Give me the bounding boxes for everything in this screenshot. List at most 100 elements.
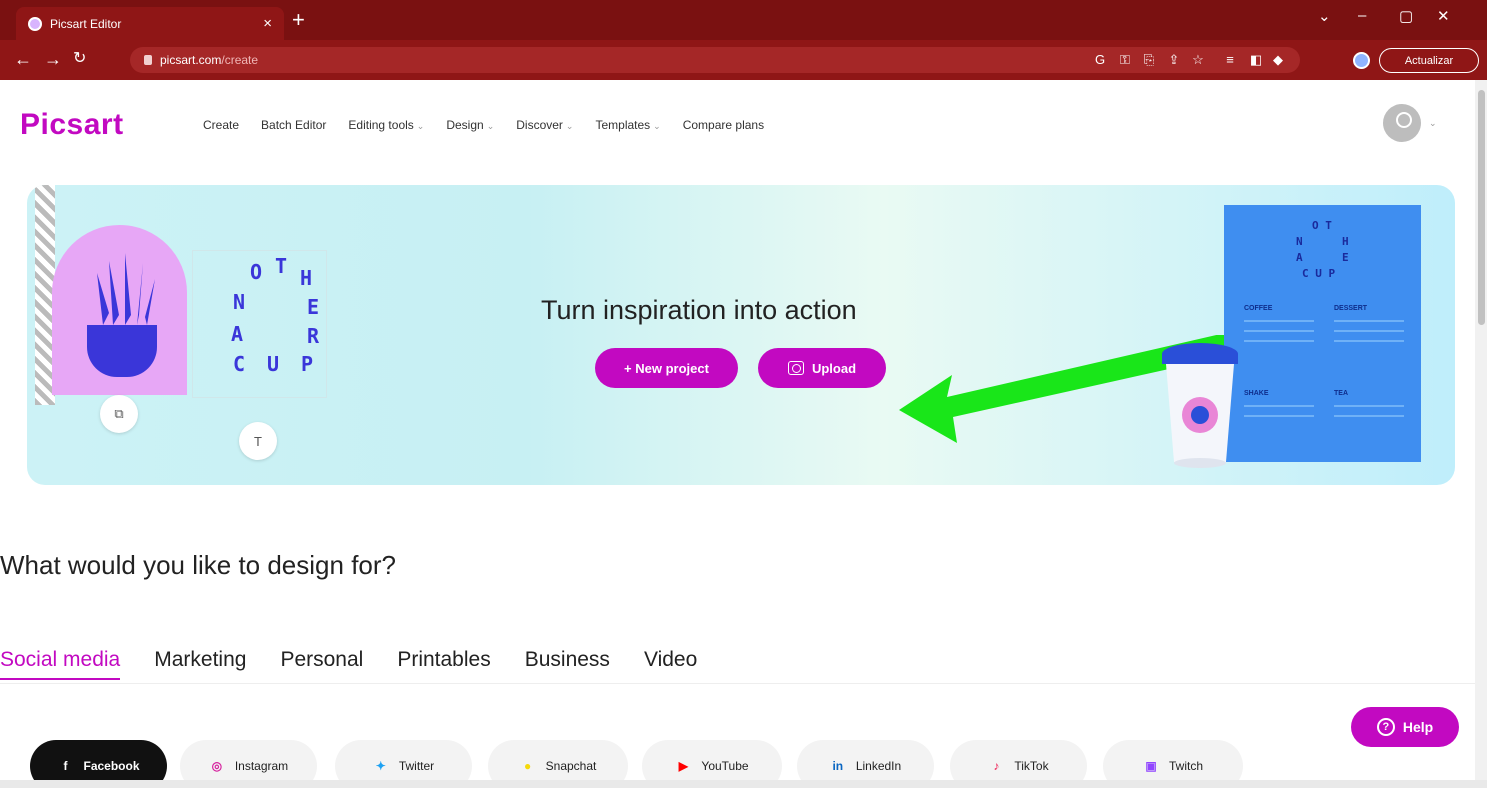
menu-section-shake: SHAKE <box>1244 390 1269 397</box>
tabs-divider <box>0 683 1475 684</box>
twitter-icon: ✦ <box>375 759 386 773</box>
horizontal-scrollbar[interactable] <box>0 780 1487 788</box>
chip-linkedin[interactable]: in LinkedIn <box>797 740 934 780</box>
menu-section-coffee: COFFEE <box>1244 305 1273 312</box>
menu-line <box>1244 330 1314 332</box>
hero-banner: O T H N E A R C U P ⧉ T Turn inspiration… <box>27 185 1455 485</box>
close-window-button[interactable]: ✕ <box>1437 7 1450 25</box>
linkedin-icon: in <box>832 759 844 773</box>
scrollbar-thumb[interactable] <box>1478 90 1485 325</box>
chevron-down-icon: ⌄ <box>565 121 574 131</box>
plant-leaves-icon <box>97 253 155 325</box>
upload-label: Upload <box>811 360 857 376</box>
user-avatar[interactable] <box>1383 104 1421 142</box>
browser-tab-bar: Picsart Editor × + ⌄ – ▢ ✕ <box>0 0 1487 40</box>
tab-business[interactable]: Business <box>525 648 610 672</box>
bookmark-star-icon[interactable]: ☆ <box>1190 52 1206 68</box>
upload-button[interactable]: Upload <box>758 348 886 388</box>
menu-line <box>1244 405 1314 407</box>
chat-help-icon: ? <box>1376 718 1395 736</box>
key-icon[interactable]: ⚿ <box>1117 52 1133 68</box>
browser-toolbar: ← → ↻ picsart.com /create G ⚿ ⎘ ⇪ ☆ ≡ ◧ … <box>0 40 1487 80</box>
instagram-icon: ◎ <box>211 759 223 773</box>
another-cup-logo: O T H N E A R C U P <box>231 254 320 376</box>
chip-facebook[interactable]: f Facebook <box>30 740 167 780</box>
category-tabs: Social media Marketing Personal Printabl… <box>0 648 731 680</box>
chip-youtube[interactable]: ▶ YouTube <box>642 740 782 780</box>
back-arrow-icon[interactable]: ← <box>14 48 32 70</box>
url-host: picsart.com <box>160 53 222 67</box>
nav-item-templates[interactable]: Templates ⌄ <box>595 118 660 132</box>
section-heading: What would you like to design for? <box>0 550 396 580</box>
menu-line <box>1334 330 1404 332</box>
chevron-down-icon: ⌄ <box>486 121 495 131</box>
nav-item-batch-editor[interactable]: Batch Editor <box>261 118 326 132</box>
nav-item-design[interactable]: Design ⌄ <box>446 118 494 132</box>
cup-illustration <box>87 325 157 377</box>
tab-printables[interactable]: Printables <box>397 648 490 672</box>
google-icon[interactable]: G <box>1092 52 1108 68</box>
youtube-icon: ▶ <box>678 759 689 773</box>
maximize-button[interactable]: ▢ <box>1399 7 1413 25</box>
menu-board-logo: O T N H A E C U P <box>1296 219 1349 280</box>
nav-item-editing-tools[interactable]: Editing tools ⌄ <box>348 118 424 132</box>
chip-tiktok[interactable]: ♪ TikTok <box>950 740 1087 780</box>
share-icon[interactable]: ⇪ <box>1166 52 1182 68</box>
menu-line <box>1244 415 1314 417</box>
new-tab-button[interactable]: + <box>292 9 305 31</box>
menu-board-illustration: O T N H A E C U P COFFEE DESSERT SHAKE T… <box>1224 205 1421 462</box>
picsart-logo[interactable]: Picsart <box>20 108 124 142</box>
menu-line <box>1244 320 1314 322</box>
lock-icon <box>144 55 152 65</box>
facebook-icon: f <box>63 759 68 773</box>
chevron-down-icon[interactable]: ⌄ <box>1429 118 1437 129</box>
reload-icon[interactable]: ↻ <box>73 48 86 70</box>
translate-icon[interactable]: ⎘ <box>1141 52 1157 68</box>
extension-icon[interactable]: ◆ <box>1270 52 1286 68</box>
tiktok-icon: ♪ <box>993 759 1000 773</box>
page-content: Picsart Create Batch Editor Editing tool… <box>0 80 1475 780</box>
nav-item-create[interactable]: Create <box>203 118 239 132</box>
tab-marketing[interactable]: Marketing <box>154 648 246 672</box>
tab-close-icon[interactable]: × <box>263 15 272 32</box>
menu-line <box>1334 340 1404 342</box>
menu-section-dessert: DESSERT <box>1334 305 1368 312</box>
tab-video[interactable]: Video <box>644 648 697 672</box>
side-panel-icon[interactable]: ◧ <box>1248 52 1264 68</box>
chevron-down-icon: ⌄ <box>653 121 661 131</box>
help-button[interactable]: ? Help <box>1351 707 1459 747</box>
chip-twitter[interactable]: ✦ Twitter <box>335 740 472 780</box>
reading-list-icon[interactable]: ≡ <box>1222 52 1238 68</box>
menu-line <box>1244 340 1314 342</box>
tab-personal[interactable]: Personal <box>280 648 363 672</box>
new-project-button[interactable]: + New project <box>595 348 738 388</box>
nav-item-discover[interactable]: Discover ⌄ <box>516 118 573 132</box>
hero-title: Turn inspiration into action <box>541 295 857 325</box>
browser-tab[interactable]: Picsart Editor × <box>16 7 284 40</box>
vertical-scrollbar[interactable] <box>1475 80 1487 780</box>
snapchat-icon: ● <box>524 759 532 773</box>
nav-item-compare-plans[interactable]: Compare plans <box>683 118 764 132</box>
sticker-tool-icon[interactable]: ⧉ <box>100 395 138 433</box>
picsart-favicon-icon <box>28 16 42 31</box>
profile-icon[interactable] <box>1353 52 1370 69</box>
text-tool-icon[interactable]: T <box>239 422 277 460</box>
menu-section-tea: TEA <box>1334 390 1348 397</box>
tab-social-media[interactable]: Social media <box>0 648 121 680</box>
chip-instagram[interactable]: ◎ Instagram <box>180 740 317 780</box>
menu-line <box>1334 405 1404 407</box>
chip-snapchat[interactable]: ● Snapchat <box>488 740 628 780</box>
camera-icon <box>787 361 804 375</box>
main-nav: Create Batch Editor Editing tools ⌄ Desig… <box>203 118 786 132</box>
update-button[interactable]: Actualizar <box>1379 48 1479 73</box>
chevron-down-icon: ⌄ <box>416 121 425 131</box>
coffee-cup-illustration <box>1162 343 1238 468</box>
menu-line <box>1334 415 1404 417</box>
url-path: /create <box>221 53 259 67</box>
tab-search-icon[interactable]: ⌄ <box>1318 7 1331 25</box>
chip-twitch[interactable]: ▣ Twitch <box>1103 740 1243 780</box>
menu-line <box>1334 320 1404 322</box>
tab-title: Picsart Editor <box>50 16 122 31</box>
minimize-button[interactable]: – <box>1358 7 1366 24</box>
forward-arrow-icon[interactable]: → <box>44 48 62 70</box>
